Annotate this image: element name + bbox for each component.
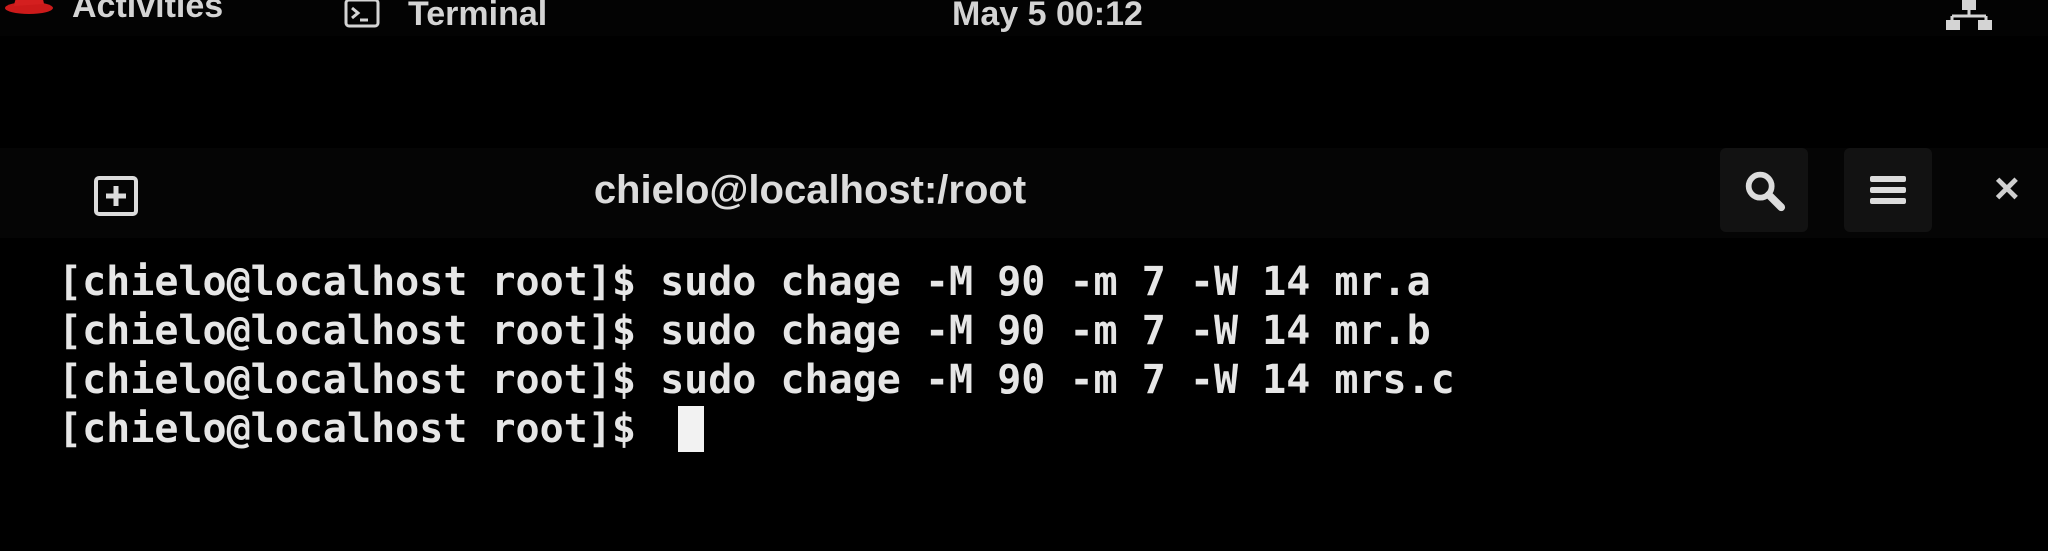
command-text: sudo chage -M 90 -m 7 -W 14 mr.b	[660, 308, 1431, 354]
clock[interactable]: May 5 00:12	[952, 0, 1143, 32]
search-icon	[1745, 171, 1786, 212]
prompt: [chielo@localhost root]$	[58, 308, 661, 354]
close-button[interactable]: ×	[1994, 166, 2034, 212]
redhat-hat-icon	[5, 0, 53, 14]
activities-label: Activities	[72, 0, 224, 25]
terminal-icon	[344, 0, 380, 28]
network-icon[interactable]	[1944, 0, 1994, 30]
terminal-title: chielo@localhost:/root	[593, 168, 1027, 212]
command-text: sudo chage -M 90 -m 7 -W 14 mrs.c	[660, 357, 1455, 403]
command-text: sudo chage -M 90 -m 7 -W 14 mr.a	[660, 259, 1431, 305]
prompt: [chielo@localhost root]$	[58, 357, 661, 403]
prompt: [chielo@localhost root]$	[58, 406, 661, 452]
prompt: [chielo@localhost root]$	[58, 259, 661, 305]
close-icon: ×	[1994, 166, 2020, 212]
menu-button[interactable]	[1844, 148, 1932, 232]
text-cursor	[678, 406, 705, 452]
terminal-header-bar: chielo@localhost:/root ×	[0, 148, 2048, 238]
top-bar: Activities Terminal May 5 00:12	[0, 0, 2048, 36]
terminal-line: [chielo@localhost root]$ sudo chage -M 9…	[58, 258, 2018, 307]
terminal-output[interactable]: [chielo@localhost root]$ sudo chage -M 9…	[58, 258, 2018, 454]
app-menu-label: Terminal	[408, 0, 548, 33]
terminal-line: [chielo@localhost root]$ sudo chage -M 9…	[58, 307, 2018, 356]
search-button[interactable]	[1720, 148, 1808, 232]
terminal-input-line[interactable]: [chielo@localhost root]$	[58, 405, 2018, 454]
terminal-line: [chielo@localhost root]$ sudo chage -M 9…	[58, 356, 2018, 405]
hamburger-menu-icon	[1870, 176, 1906, 204]
